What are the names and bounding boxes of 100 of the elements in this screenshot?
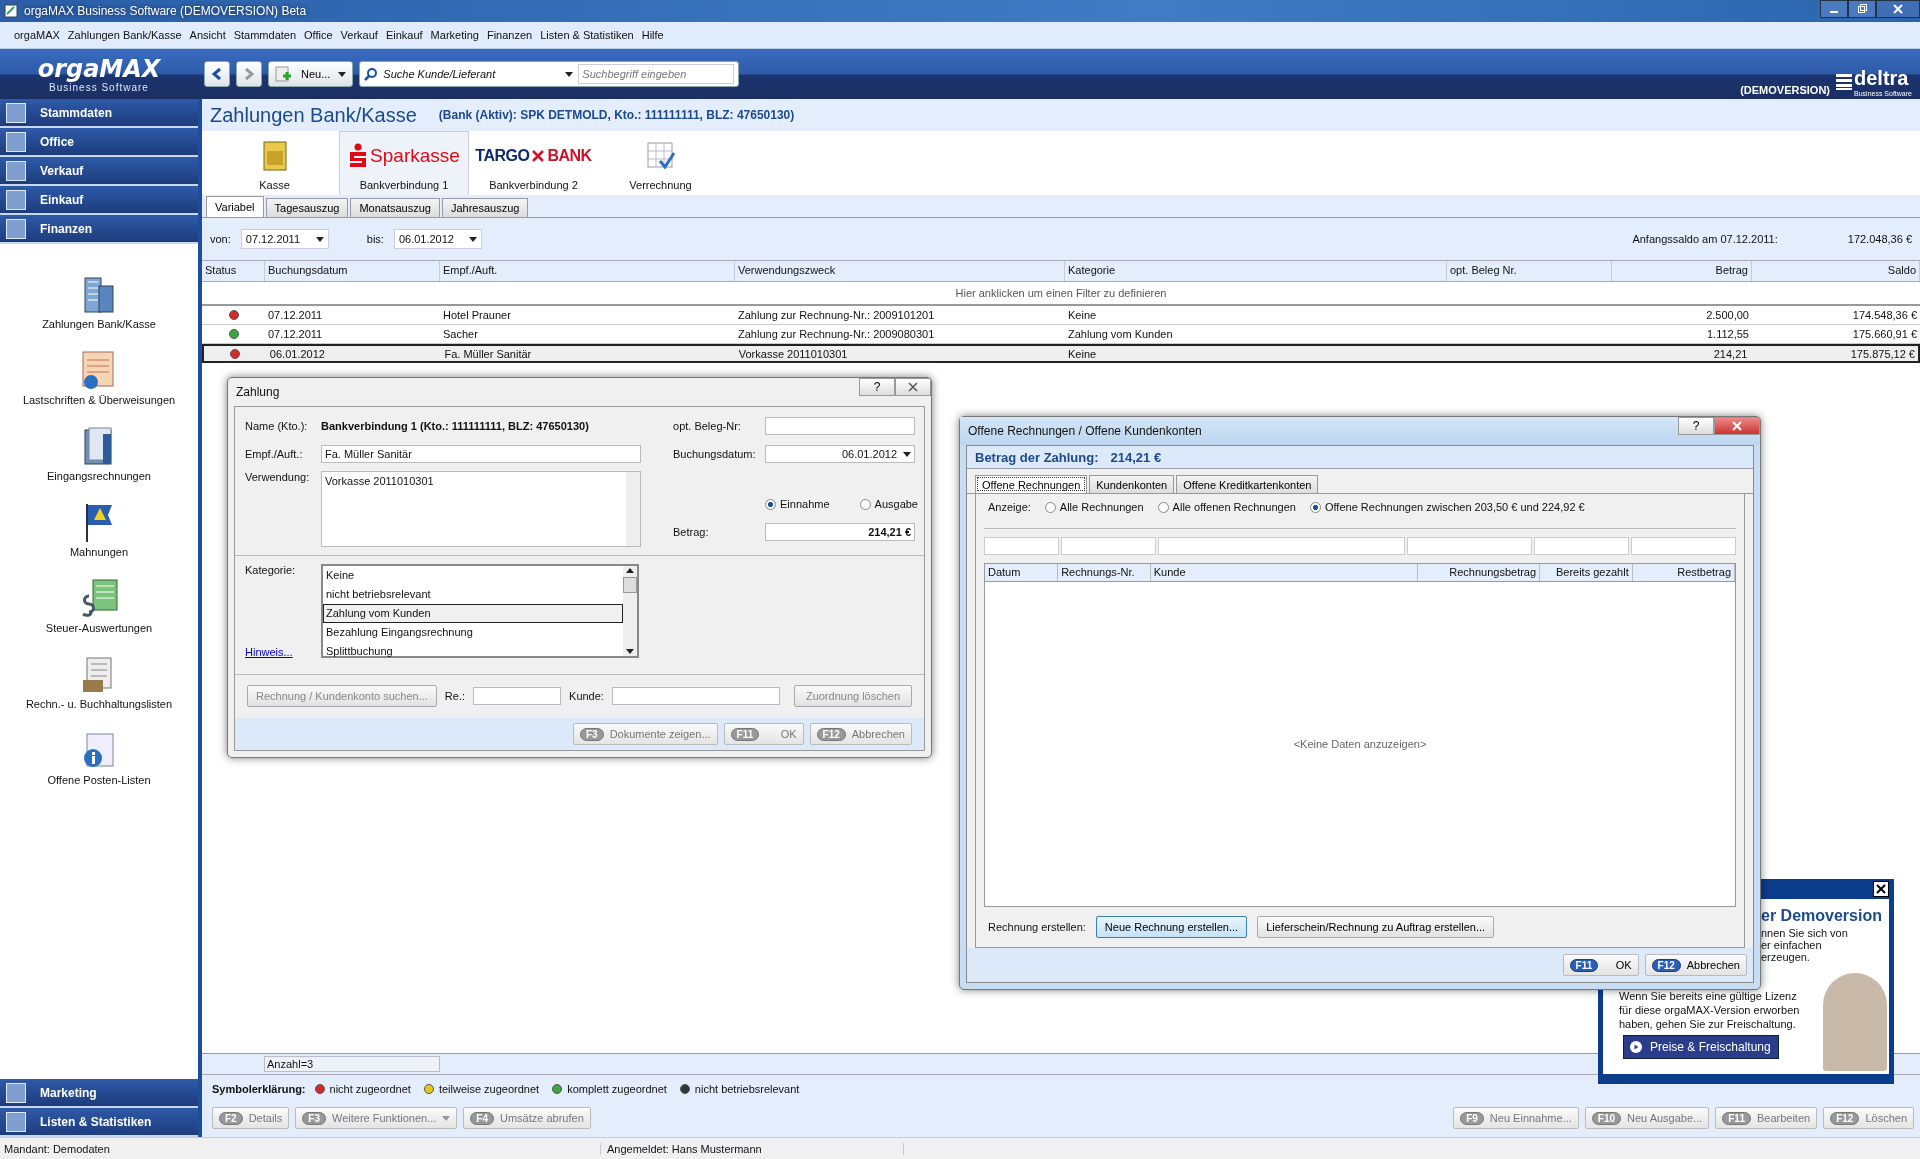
category-option[interactable]: Zahlung vom Kunden bbox=[323, 604, 623, 623]
column-header[interactable]: Kategorie bbox=[1065, 261, 1447, 281]
dialog-button[interactable]: F11 OK bbox=[723, 723, 804, 745]
filter-field[interactable] bbox=[1631, 537, 1736, 555]
function-button[interactable]: F2 Details bbox=[212, 1107, 290, 1129]
menu-item[interactable]: Verkauf bbox=[340, 29, 378, 41]
minimize-button[interactable] bbox=[1820, 0, 1848, 18]
filter-field[interactable] bbox=[1534, 537, 1629, 555]
menu-item[interactable]: Marketing bbox=[430, 29, 479, 41]
sidebar-section[interactable]: Einkauf bbox=[0, 186, 198, 215]
column-header[interactable]: Datum bbox=[985, 564, 1059, 581]
receipt-field[interactable] bbox=[765, 417, 915, 435]
radio-button[interactable]: Alle offenen Rechnungen bbox=[1157, 501, 1296, 513]
menu-item[interactable]: Finanzen bbox=[486, 29, 533, 41]
filter-field[interactable] bbox=[1158, 537, 1405, 555]
function-button[interactable]: F3 Weitere Funktionen... bbox=[295, 1107, 458, 1129]
scroll-thumb[interactable] bbox=[623, 577, 637, 593]
radio-button[interactable]: Alle Rechnungen bbox=[1044, 501, 1144, 513]
function-button[interactable]: F11 Bearbeiten bbox=[1715, 1107, 1818, 1129]
tab[interactable]: Offene Rechnungen bbox=[975, 475, 1088, 493]
account-tab[interactable]: Sparkasse Bankverbindung 1 bbox=[339, 131, 469, 195]
help-button[interactable]: ? bbox=[859, 378, 895, 396]
sidebar-item[interactable]: Rechn.- u. Buchhaltungslisten bbox=[0, 634, 198, 710]
pricing-button[interactable]: Preise & Freischaltung bbox=[1623, 1035, 1779, 1059]
account-tab[interactable]: Kasse bbox=[212, 131, 337, 195]
column-header[interactable]: Status bbox=[202, 261, 265, 281]
table-row[interactable]: 06.01.2012 Fa. Müller Sanitär Vorkasse 2011010301 Keine 214,21 175.875,12 € bbox=[202, 344, 1920, 363]
menu-item[interactable]: Zahlungen Bank/Kasse bbox=[67, 29, 182, 41]
sidebar-section[interactable]: Finanzen bbox=[0, 215, 198, 244]
function-button[interactable]: F4 Umsätze abrufen bbox=[463, 1107, 591, 1129]
sidebar-section[interactable]: Listen & Statistiken bbox=[0, 1108, 198, 1137]
tab[interactable]: Offene Kreditkartenkonten bbox=[1176, 475, 1319, 493]
column-header[interactable]: Buchungsdatum bbox=[265, 261, 440, 281]
forward-button[interactable] bbox=[236, 61, 262, 87]
category-option[interactable]: Bezahlung Eingangsrechnung bbox=[323, 623, 623, 642]
menu-item[interactable]: Einkauf bbox=[385, 29, 423, 41]
table-row[interactable]: 07.12.2011 Hotel Prauner Zahlung zur Rechnung-Nr.: 2009101201 Keine 2.500,00 174.548,36 € bbox=[202, 306, 1920, 325]
period-tab[interactable]: Tagesauszug bbox=[265, 198, 349, 217]
sidebar-item[interactable]: Steuer-Auswertungen bbox=[0, 558, 198, 634]
tab[interactable]: Kundenkonten bbox=[1089, 475, 1175, 493]
column-header[interactable]: Verwendungszweck bbox=[735, 261, 1065, 281]
dialog-button[interactable]: F3 Dokumente zeigen... bbox=[573, 723, 718, 745]
party-field[interactable]: Fa. Müller Sanitär bbox=[321, 445, 641, 463]
column-header[interactable]: opt. Beleg Nr. bbox=[1447, 261, 1612, 281]
close-button[interactable] bbox=[895, 378, 931, 396]
menu-item[interactable]: Stammdaten bbox=[233, 29, 297, 41]
period-tab[interactable]: Monatsauszug bbox=[350, 198, 440, 217]
category-list[interactable]: Keine nicht betriebsrelevant Zahlung vom Kunden Bezahlung Eingangsrechnung Splittbuchung bbox=[321, 564, 639, 658]
sidebar-item[interactable]: Mahnungen bbox=[0, 482, 198, 558]
sidebar-section[interactable]: Marketing bbox=[0, 1079, 198, 1108]
function-button[interactable]: F12 Löschen bbox=[1823, 1107, 1914, 1129]
filter-row[interactable]: Hier anklicken um einen Filter zu definieren bbox=[202, 282, 1920, 306]
hint-link[interactable]: Hinweis... bbox=[245, 646, 297, 658]
new-button[interactable]: Neu... bbox=[268, 61, 354, 87]
sidebar-item[interactable]: Lastschriften & Überweisungen bbox=[0, 330, 198, 406]
search-type-dropdown[interactable]: Suche Kunde/Lieferant bbox=[383, 64, 574, 84]
from-date-field[interactable]: 07.12.2011 bbox=[240, 229, 329, 249]
close-button[interactable] bbox=[1873, 881, 1889, 897]
customer-field[interactable] bbox=[611, 687, 780, 705]
column-header[interactable]: Restbetrag bbox=[1632, 564, 1735, 581]
category-option[interactable]: Keine bbox=[323, 566, 623, 585]
scrollbar[interactable] bbox=[626, 472, 640, 546]
booking-date-field[interactable]: 06.01.2012 bbox=[765, 445, 915, 463]
to-date-field[interactable]: 06.01.2012 bbox=[393, 229, 482, 249]
radio-button[interactable]: Einnahme bbox=[765, 498, 830, 510]
column-header[interactable]: Empf./Auft. bbox=[440, 261, 735, 281]
function-button[interactable]: F10 Neu Ausgabe... bbox=[1584, 1107, 1710, 1129]
create-invoice-button[interactable]: Lieferschein/Rechnung zu Auftrag erstellen... bbox=[1257, 916, 1495, 938]
column-header[interactable]: Rechnungs-Nr. bbox=[1058, 564, 1151, 581]
column-header[interactable]: Kunde bbox=[1150, 564, 1419, 581]
radio-button[interactable]: Offene Rechnungen zwischen 203,50 € und 224,92 € bbox=[1309, 501, 1585, 513]
help-button[interactable]: ? bbox=[1678, 417, 1714, 435]
sidebar-section[interactable]: Office bbox=[0, 128, 198, 157]
dialog-button[interactable]: F11 OK bbox=[1562, 954, 1639, 976]
filter-field[interactable] bbox=[1407, 537, 1532, 555]
back-button[interactable] bbox=[204, 61, 230, 87]
menu-item[interactable]: Listen & Statistiken bbox=[540, 29, 634, 41]
close-button[interactable] bbox=[1876, 0, 1920, 18]
sidebar-item[interactable]: Zahlungen Bank/Kasse bbox=[0, 254, 198, 330]
sidebar-item[interactable]: Eingangsrechnungen bbox=[0, 406, 198, 482]
period-tab[interactable]: Jahresauszug bbox=[441, 198, 529, 217]
amount-field[interactable]: 214,21 € bbox=[765, 523, 915, 541]
radio-button[interactable]: Ausgabe bbox=[859, 498, 918, 510]
scroll-down-icon[interactable] bbox=[626, 649, 634, 654]
account-tab[interactable]: Verrechnung bbox=[598, 131, 723, 195]
column-header[interactable]: Saldo bbox=[1752, 261, 1920, 281]
create-invoice-button[interactable]: Neue Rechnung erstellen... bbox=[1095, 916, 1248, 938]
maximize-button[interactable] bbox=[1848, 0, 1876, 18]
search-field[interactable]: Suchbegriff eingeben bbox=[578, 64, 735, 84]
category-option[interactable]: nicht betriebsrelevant bbox=[323, 585, 623, 604]
column-header[interactable]: Betrag bbox=[1612, 261, 1752, 281]
menu-item[interactable]: orgaMAX bbox=[14, 29, 60, 41]
dialog-button[interactable]: F12 Abbrechen bbox=[1644, 954, 1747, 976]
purpose-field[interactable]: Vorkasse 2011010301 bbox=[321, 471, 641, 547]
sidebar-item[interactable]: Offene Posten-Listen bbox=[0, 710, 198, 786]
category-option[interactable]: Splittbuchung bbox=[323, 642, 623, 661]
sidebar-section[interactable]: Verkauf bbox=[0, 157, 198, 186]
column-header[interactable]: Bereits gezahlt bbox=[1540, 564, 1633, 581]
scroll-up-icon[interactable] bbox=[626, 568, 634, 573]
sidebar-section[interactable]: Stammdaten bbox=[0, 99, 198, 128]
